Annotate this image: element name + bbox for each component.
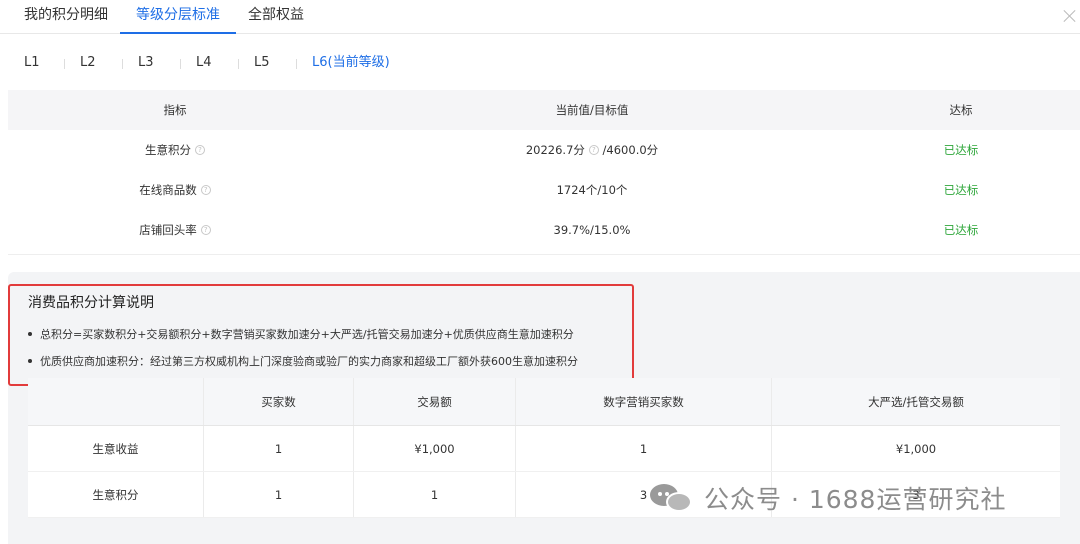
score-header-empty: [28, 378, 204, 425]
bullet-dot: [28, 332, 32, 336]
metrics-row: 在线商品数? 1724个/10个 已达标: [8, 170, 1080, 210]
help-icon[interactable]: ?: [200, 224, 211, 235]
bullet-text: 总积分=买家数积分+交易额积分+数字营销买家数加速分+大严选/托管交易加速分+优…: [40, 328, 574, 341]
level-separator: [296, 59, 297, 69]
table-cell: 1: [516, 426, 772, 471]
metric-name-cell: 店铺回头率?: [8, 210, 342, 250]
metric-value: 1724个/10个: [556, 183, 628, 197]
level-tab-l2[interactable]: L2: [80, 52, 96, 74]
metric-name-cell: 生意积分?: [8, 130, 342, 170]
help-icon[interactable]: ?: [200, 184, 211, 195]
metric-name: 生意积分: [145, 143, 191, 157]
metrics-header-row: 指标 当前值/目标值 达标: [8, 90, 1080, 130]
table-cell: 生意积分: [28, 472, 204, 517]
metric-name: 在线商品数: [139, 183, 197, 197]
metrics-header-value: 当前值/目标值: [555, 103, 629, 117]
score-table-header: 买家数 交易额 数字营销买家数 大严选/托管交易额: [28, 378, 1060, 426]
metric-target-value: /4600.0分: [602, 143, 659, 157]
tab-my-points[interactable]: 我的积分明细: [24, 0, 108, 34]
section-divider: [8, 254, 1080, 255]
close-icon[interactable]: [1062, 8, 1078, 24]
level-tab-l6-current[interactable]: L6(当前等级): [312, 52, 390, 74]
table-cell: 1: [354, 472, 516, 517]
score-header-yanxuan: 大严选/托管交易额: [868, 394, 964, 409]
table-cell: ¥1,000: [895, 441, 937, 456]
tab-level-standards[interactable]: 等级分层标准: [120, 0, 236, 34]
explanation-bullet: 优质供应商加速积分：经过第三方权威机构上门深度验商或验厂的实力商家和超级工厂额外…: [28, 353, 578, 369]
score-header-transaction: 交易额: [354, 378, 516, 425]
metric-current-value: 20226.7分: [525, 143, 585, 157]
level-tabs: L1 L2 L3 L4 L5 L6(当前等级): [0, 52, 1080, 76]
metrics-row: 生意积分? 20226.7分? /4600.0分 已达标: [8, 130, 1080, 170]
level-tab-l3[interactable]: L3: [138, 52, 154, 74]
score-header-digital-buyers: 数字营销买家数: [516, 378, 772, 425]
metric-name-cell: 在线商品数?: [8, 170, 342, 210]
metrics-header-indicator: 指标: [163, 103, 187, 117]
explanation-title: 消费品积分计算说明: [28, 295, 154, 311]
top-tab-bar: 我的积分明细 等级分层标准 全部权益: [0, 0, 1080, 34]
table-row: 生意收益 1 ¥1,000 1 ¥1,000: [28, 426, 1060, 472]
score-header-buyers: 买家数: [204, 378, 354, 425]
level-tab-l4[interactable]: L4: [196, 52, 212, 74]
wechat-icon: [650, 482, 694, 514]
metric-status: 已达标: [943, 183, 979, 197]
level-separator: [180, 59, 181, 69]
level-tab-l5[interactable]: L5: [254, 52, 270, 74]
metric-value: 39.7%/15.0%: [553, 223, 631, 237]
metrics-header-status: 达标: [949, 103, 973, 117]
metric-value-cell: 20226.7分? /4600.0分: [342, 130, 842, 170]
explanation-bullet: 总积分=买家数积分+交易额积分+数字营销买家数加速分+大严选/托管交易加速分+优…: [28, 326, 574, 342]
metrics-row: 店铺回头率? 39.7%/15.0% 已达标: [8, 210, 1080, 250]
help-icon[interactable]: ?: [588, 144, 599, 155]
level-tab-l1[interactable]: L1: [24, 52, 40, 74]
tab-all-benefits[interactable]: 全部权益: [248, 0, 304, 34]
bullet-text: 优质供应商加速积分：经过第三方权威机构上门深度验商或验厂的实力商家和超级工厂额外…: [40, 355, 578, 368]
level-separator: [122, 59, 123, 69]
table-cell: 1: [204, 472, 354, 517]
help-icon[interactable]: ?: [195, 144, 205, 155]
level-separator: [238, 59, 239, 69]
table-cell: 1: [204, 426, 354, 471]
bullet-dot: [28, 359, 32, 363]
level-separator: [64, 59, 65, 69]
watermark: 公众号 · 1688运营研究社: [650, 478, 1006, 518]
table-cell: 生意收益: [28, 426, 204, 471]
metric-status: 已达标: [943, 223, 979, 237]
watermark-text: 公众号 · 1688运营研究社: [704, 485, 1007, 514]
metric-status: 已达标: [943, 143, 979, 157]
metric-name: 店铺回头率: [139, 223, 197, 237]
metrics-table: 指标 当前值/目标值 达标 生意积分? 20226.7分? /4600.0分 已…: [8, 90, 1080, 250]
table-cell: ¥1,000: [354, 426, 516, 471]
